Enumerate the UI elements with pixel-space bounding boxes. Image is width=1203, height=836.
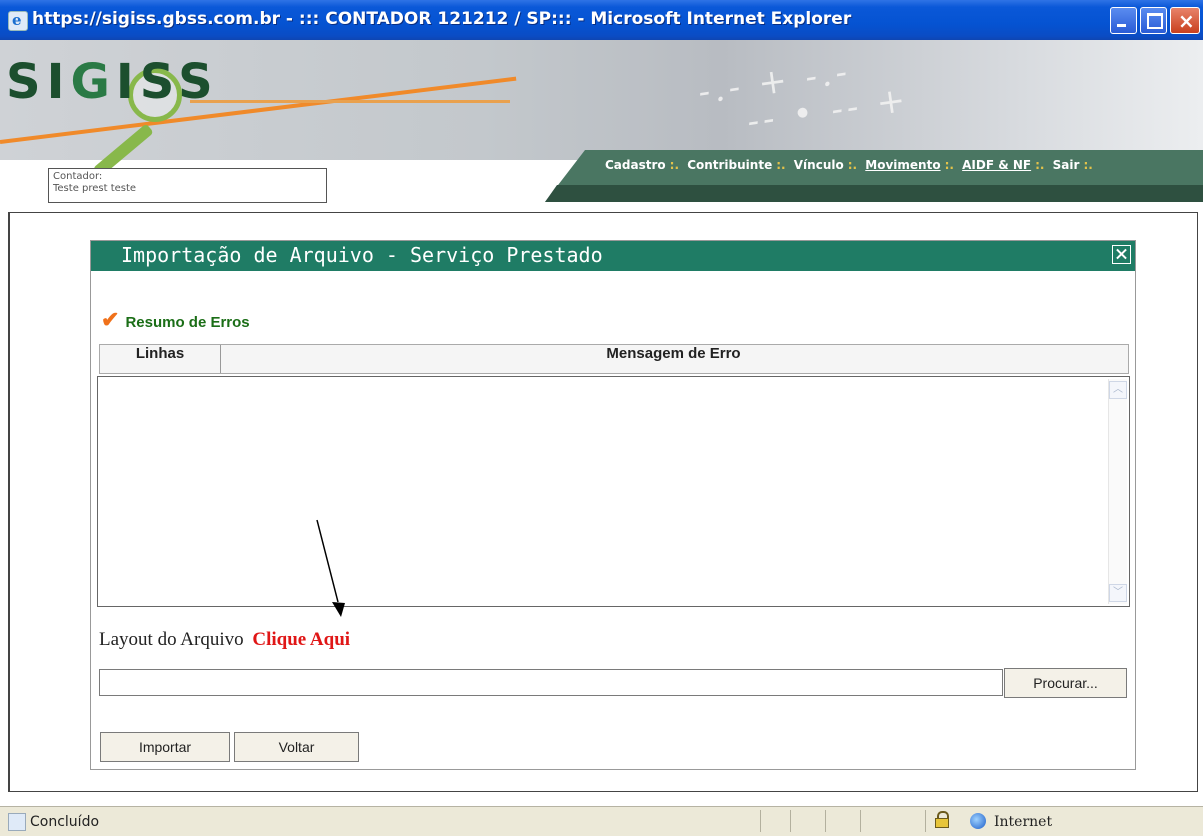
nav-item-contribuinte[interactable]: Contribuinte xyxy=(687,158,772,172)
status-divider xyxy=(925,810,926,832)
nav-separator: :. xyxy=(1083,158,1093,172)
nav-item-cadastro[interactable]: Cadastro xyxy=(605,158,666,172)
import-dialog: Importação de Arquivo - Serviço Prestado… xyxy=(90,240,1136,770)
column-header-linhas: Linhas xyxy=(100,345,221,373)
nav-separator: :. xyxy=(776,158,786,172)
internet-explorer-icon: e xyxy=(8,11,28,31)
close-window-button[interactable]: × xyxy=(1170,7,1200,34)
contador-info-box: Contador: Teste prest teste xyxy=(48,168,327,203)
errors-list-area[interactable]: ︿ ﹀ xyxy=(97,376,1130,607)
lock-icon[interactable] xyxy=(935,811,949,828)
section-title: ✔ Resumo de Erros xyxy=(101,307,250,333)
vertical-scrollbar[interactable] xyxy=(1108,379,1127,604)
nav-band-shadow xyxy=(545,185,1203,202)
page-icon xyxy=(8,813,26,831)
status-divider xyxy=(860,810,861,832)
status-divider xyxy=(760,810,761,832)
contador-value: Teste prest teste xyxy=(53,183,137,194)
checkmark-icon: ✔ xyxy=(101,307,120,332)
close-icon: × xyxy=(1178,9,1195,33)
back-button[interactable]: Voltar xyxy=(234,732,359,762)
banner-stripe-2 xyxy=(190,100,510,103)
dialog-header: Importação de Arquivo - Serviço Prestado xyxy=(91,241,1135,271)
minimize-button[interactable] xyxy=(1110,7,1137,34)
section-title-label: Resumo de Erros xyxy=(125,314,250,331)
nav-item-sair[interactable]: Sair xyxy=(1053,158,1080,172)
column-header-mensagem: Mensagem de Erro xyxy=(606,345,741,362)
nav-item-aidf-nf[interactable]: AIDF & NF xyxy=(962,158,1031,172)
nav-item-vinculo[interactable]: Vínculo xyxy=(794,158,844,172)
layout-row: Layout do Arquivo Clique Aqui xyxy=(99,629,350,651)
file-path-input[interactable] xyxy=(99,669,1003,696)
dialog-close-icon[interactable] xyxy=(1112,245,1131,264)
status-divider xyxy=(825,810,826,832)
window-title-bar[interactable]: e https://sigiss.gbss.com.br - ::: CONTA… xyxy=(0,0,1203,40)
nav-separator: :. xyxy=(944,158,954,172)
nav-separator: :. xyxy=(669,158,679,172)
security-zone: Internet xyxy=(994,814,1053,830)
nav-separator: :. xyxy=(1035,158,1045,172)
status-divider xyxy=(790,810,791,832)
layout-link[interactable]: Clique Aqui xyxy=(252,629,350,650)
status-text: Concluído xyxy=(30,814,100,830)
maximize-button[interactable] xyxy=(1140,7,1167,34)
scroll-up-icon[interactable]: ︿ xyxy=(1109,381,1127,399)
contador-label: Contador: xyxy=(53,171,103,182)
errors-table-header: Linhas Mensagem de Erro xyxy=(99,344,1129,374)
globe-icon xyxy=(970,813,986,829)
scroll-down-icon[interactable]: ﹀ xyxy=(1109,584,1127,602)
dialog-title: Importação de Arquivo - Serviço Prestado xyxy=(121,243,603,267)
window-title: https://sigiss.gbss.com.br - ::: CONTADO… xyxy=(32,9,852,29)
status-bar: Concluído Internet xyxy=(0,806,1203,836)
browse-button[interactable]: Procurar... xyxy=(1004,668,1127,698)
nav-item-movimento[interactable]: Movimento xyxy=(865,158,940,172)
sigiss-logo: SIGISS xyxy=(6,54,219,110)
layout-label: Layout do Arquivo xyxy=(99,629,244,650)
nav-separator: :. xyxy=(847,158,858,172)
import-button[interactable]: Importar xyxy=(100,732,230,762)
main-nav: Cadastro:. Contribuinte:. Vínculo:. Movi… xyxy=(605,158,1097,172)
